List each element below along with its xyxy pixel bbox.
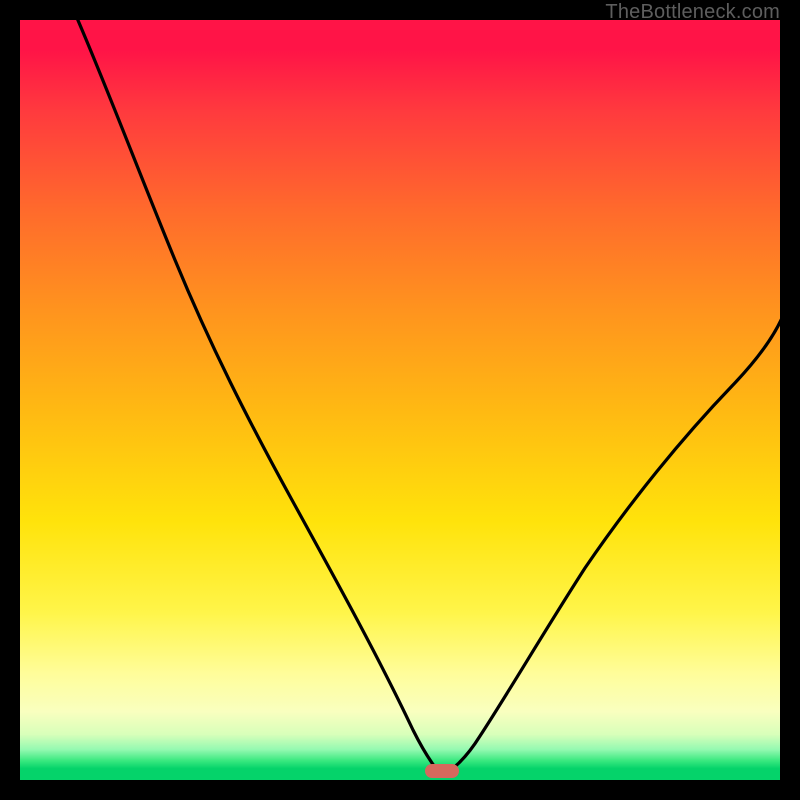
optimal-marker bbox=[425, 764, 459, 778]
chart-frame: TheBottleneck.com bbox=[0, 0, 800, 800]
watermark-text: TheBottleneck.com bbox=[605, 1, 780, 24]
background-gradient bbox=[20, 20, 780, 780]
plot-area bbox=[20, 20, 780, 780]
